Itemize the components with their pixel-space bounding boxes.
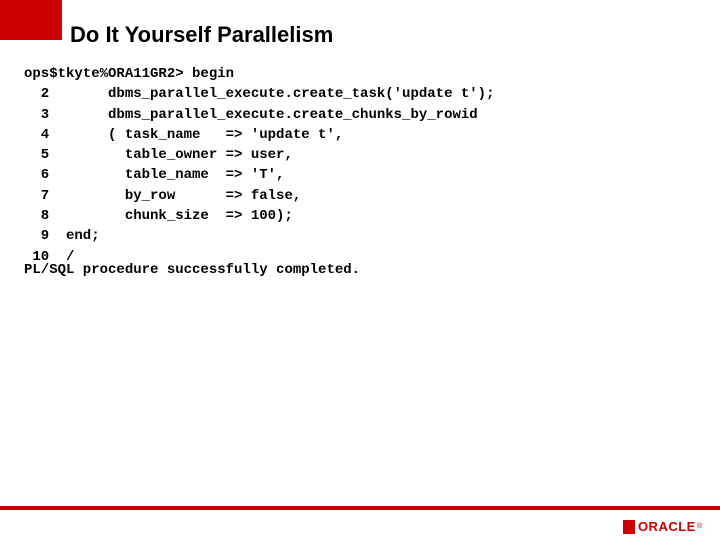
slide: Do It Yourself Parallelism ops$tkyte%ORA…: [0, 0, 720, 540]
code-block: ops$tkyte%ORA11GR2> begin 2 dbms_paralle…: [24, 64, 696, 267]
brand-corner-block: [0, 0, 62, 40]
page-title: Do It Yourself Parallelism: [70, 22, 333, 48]
code-line: 2 dbms_parallel_execute.create_task('upd…: [24, 86, 494, 102]
code-line: 9 end;: [24, 228, 100, 244]
registered-mark: ®: [697, 523, 702, 530]
oracle-logo-text: ORACLE: [638, 519, 696, 534]
code-line: 8 chunk_size => 100);: [24, 208, 293, 224]
code-line: ops$tkyte%ORA11GR2> begin: [24, 66, 234, 82]
code-line: 5 table_owner => user,: [24, 147, 293, 163]
oracle-logo-icon: [623, 520, 635, 534]
code-line: 7 by_row => false,: [24, 188, 301, 204]
oracle-logo: ORACLE®: [623, 519, 702, 534]
code-line: 4 ( task_name => 'update t',: [24, 127, 343, 143]
footer-divider: [0, 506, 720, 510]
code-line: 3 dbms_parallel_execute.create_chunks_by…: [24, 107, 478, 123]
code-line: 6 table_name => 'T',: [24, 167, 284, 183]
result-text: PL/SQL procedure successfully completed.: [24, 262, 360, 278]
